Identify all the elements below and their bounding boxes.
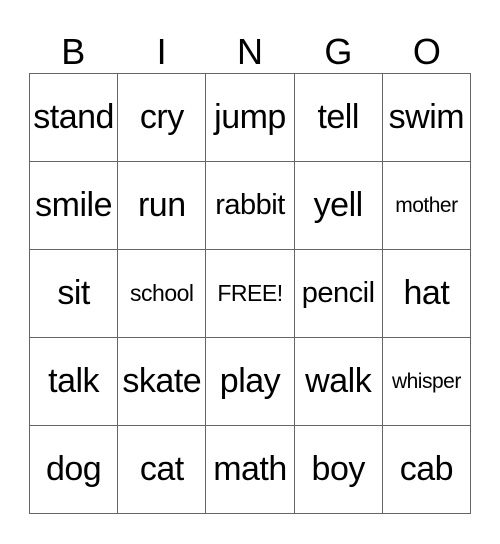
bingo-cell[interactable]: smile	[30, 162, 119, 250]
bingo-cell[interactable]: run	[118, 162, 207, 250]
bingo-cell[interactable]: pencil	[294, 250, 383, 338]
bingo-grid: stand cry jump tell swim smile run rabbit yell mo…	[29, 73, 471, 514]
bingo-cell[interactable]: hat	[382, 250, 471, 338]
bingo-cell[interactable]: tell	[294, 74, 383, 162]
bingo-cell[interactable]: play	[206, 338, 295, 426]
bingo-cell[interactable]: swim	[382, 74, 471, 162]
header-letter-o: O	[412, 31, 441, 72]
bingo-cell[interactable]: cat	[118, 426, 207, 514]
header-letter-b: B	[61, 31, 86, 72]
bingo-cell[interactable]: math	[206, 426, 295, 514]
header-letter-n: N	[237, 31, 264, 72]
bingo-cell[interactable]: whisper	[382, 338, 471, 426]
bingo-cell[interactable]: skate	[118, 338, 207, 426]
bingo-cell[interactable]: cab	[382, 426, 471, 514]
bingo-cell[interactable]: boy	[294, 426, 383, 514]
bingo-cell[interactable]: talk	[30, 338, 119, 426]
header-letter-i: I	[156, 31, 167, 72]
header-letter-g: G	[324, 31, 353, 72]
bingo-cell[interactable]: sit	[30, 250, 119, 338]
bingo-header: B I N G O	[29, 30, 471, 74]
bingo-cell[interactable]: walk	[294, 338, 383, 426]
bingo-cell[interactable]: rabbit	[206, 162, 295, 250]
bingo-cell[interactable]: yell	[294, 162, 383, 250]
bingo-cell[interactable]: dog	[30, 426, 119, 514]
bingo-cell[interactable]: school	[118, 250, 207, 338]
bingo-cell[interactable]: cry	[118, 74, 207, 162]
free-space-cell[interactable]: FREE!	[206, 250, 295, 338]
bingo-cell[interactable]: mother	[382, 162, 471, 250]
bingo-cell[interactable]: stand	[30, 74, 119, 162]
bingo-cell[interactable]: jump	[206, 74, 295, 162]
